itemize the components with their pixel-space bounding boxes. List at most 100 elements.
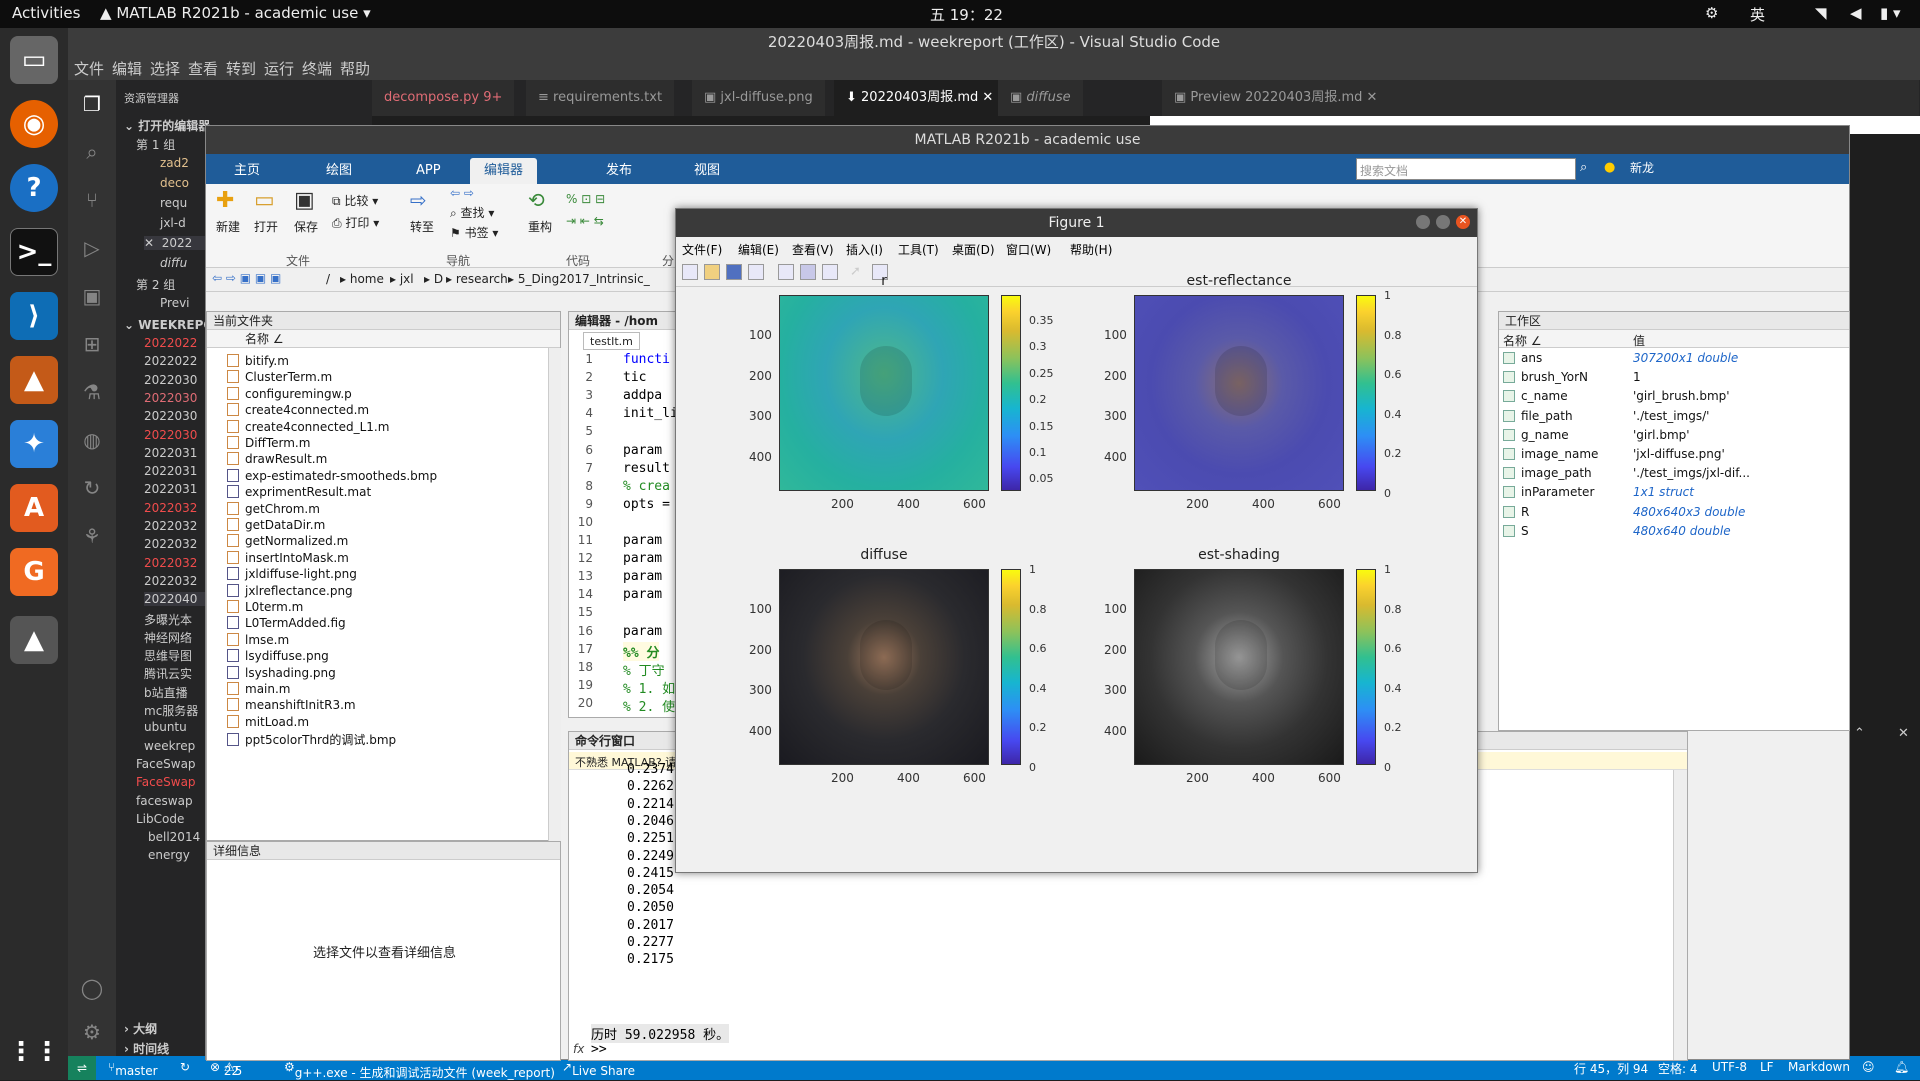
command-prompt[interactable]: >>: [591, 1042, 607, 1057]
menu-select[interactable]: 选择: [150, 58, 180, 79]
search-icon[interactable]: ⌕: [80, 140, 104, 164]
workspace-variable-row[interactable]: ans 307200x1 double: [1499, 350, 1849, 368]
workspace-variable-row[interactable]: c_name 'girl_brush.bmp': [1499, 388, 1849, 406]
indentation[interactable]: 空格: 4: [1658, 1060, 1698, 1077]
file-item[interactable]: ClusterTerm.m: [227, 370, 332, 384]
open-editor-item[interactable]: diffu: [160, 256, 187, 270]
refactor-button[interactable]: 重构: [528, 218, 552, 235]
workspace-tree-item[interactable]: 2022032: [144, 574, 197, 588]
figure-maximize[interactable]: [1436, 215, 1450, 229]
refactor-icon[interactable]: ⟲: [528, 188, 545, 212]
workspace-tree-item[interactable]: ubuntu: [144, 720, 187, 734]
path-segment[interactable]: ▸ D: [424, 272, 443, 286]
bookmark-button[interactable]: ⚑ 书签 ▾: [450, 224, 498, 241]
workspace-tree-item[interactable]: 2022030: [144, 428, 197, 442]
figure-minimize[interactable]: [1416, 215, 1430, 229]
wifi-icon[interactable]: ◥: [1815, 4, 1827, 22]
figure-close-icon[interactable]: ✕: [1456, 215, 1470, 229]
goto-button[interactable]: 转至: [410, 218, 434, 235]
file-item[interactable]: drawResult.m: [227, 452, 327, 466]
file-item[interactable]: lmse.m: [227, 632, 289, 647]
colorbar[interactable]: [1356, 569, 1376, 765]
open-editors-header[interactable]: ⌄ 打开的编辑器: [124, 117, 210, 134]
workspace-tree-item[interactable]: 2022030: [144, 391, 197, 405]
open-editor-item[interactable]: Previ: [160, 296, 190, 310]
file-item[interactable]: lsydiffuse.png: [227, 649, 329, 663]
tab-decompose[interactable]: decompose.py 9+: [372, 80, 516, 116]
file-item[interactable]: mitLoad.m: [227, 714, 309, 729]
path-segment[interactable]: ▸ research: [446, 272, 508, 286]
fig-menu-insert[interactable]: 插入(I): [846, 241, 883, 258]
workspace-tree-item[interactable]: 2022031: [144, 482, 197, 496]
path-root[interactable]: /: [326, 272, 330, 286]
workspace-tree-item[interactable]: 2022032: [144, 537, 197, 551]
image-axes[interactable]: [1134, 569, 1344, 765]
tab-diffuse[interactable]: ▣ diffuse: [998, 80, 1084, 116]
run-debug-icon[interactable]: ▷: [80, 236, 104, 260]
pdf-reader-icon[interactable]: G: [10, 548, 58, 596]
workspace-tree-item[interactable]: b站直播: [144, 684, 188, 701]
terminal-icon[interactable]: >_: [10, 228, 58, 276]
active-app-menu[interactable]: ▲ MATLAB R2021b - academic use ▾: [100, 4, 371, 22]
save-figure-icon[interactable]: [726, 264, 742, 280]
file-item[interactable]: bitify.m: [227, 354, 289, 368]
fig-menu-file[interactable]: 文件(F): [682, 241, 722, 258]
tab-apps[interactable]: APP: [402, 158, 455, 184]
nav-back-forward-icons[interactable]: ⇦ ⇨ ▣ ▣ ▣: [212, 271, 281, 285]
matlab-icon[interactable]: ▲: [10, 356, 58, 404]
workspace-variable-row[interactable]: image_path './test_imgs/jxl-dif...: [1499, 465, 1849, 483]
open-editor-item[interactable]: deco: [160, 176, 189, 190]
workspace-tree-item[interactable]: weekrep: [144, 739, 195, 753]
file-list-scrollbar[interactable]: [548, 348, 561, 842]
print-button[interactable]: ⎙ 打印 ▾: [332, 214, 379, 231]
print-figure-icon[interactable]: [748, 264, 764, 280]
help-icon[interactable]: ?: [10, 164, 58, 212]
code-line[interactable]: % 丁守: [623, 660, 665, 679]
code-line[interactable]: param: [623, 569, 662, 584]
encoding[interactable]: UTF-8: [1712, 1060, 1747, 1074]
file-item[interactable]: lsyshading.png: [227, 665, 336, 680]
build-task[interactable]: ⚙ g++.exe - 生成和调试活动文件 (week_report): [284, 1060, 555, 1080]
account-menu[interactable]: 新龙: [1630, 159, 1654, 176]
code-line[interactable]: %% 分: [623, 641, 660, 661]
account-icon[interactable]: ◯: [80, 976, 104, 1000]
code-line[interactable]: result: [623, 461, 670, 476]
tab-publish[interactable]: 发布: [592, 158, 646, 184]
file-item[interactable]: create4connected_L1.m: [227, 419, 389, 434]
workspace-tree-item[interactable]: 2022031: [144, 446, 197, 460]
notifications-icon[interactable]: 🔔︎: [1894, 1060, 1909, 1074]
menu-file[interactable]: 文件: [74, 58, 104, 79]
code-line[interactable]: % 2. 使: [623, 696, 675, 715]
workspace-tree-item[interactable]: 2022032: [144, 556, 197, 570]
ws-value-column[interactable]: 值: [1633, 332, 1645, 349]
workspace-tree-item[interactable]: 2022032: [144, 519, 197, 533]
tab-home[interactable]: 主页: [220, 158, 274, 184]
workspace-tree-item[interactable]: 腾讯云实: [144, 665, 192, 682]
code-line[interactable]: functi: [623, 352, 670, 367]
workspace-tree-item[interactable]: 神经网络: [144, 629, 192, 646]
workspace-tree-item[interactable]: bell2014: [148, 830, 200, 844]
fig-menu-desktop[interactable]: 桌面(D): [952, 241, 995, 258]
git-branch[interactable]: ⑂ master: [108, 1060, 158, 1078]
volume-icon[interactable]: ◀: [1850, 4, 1862, 22]
menu-goto[interactable]: 转到: [226, 58, 256, 79]
qq-icon[interactable]: ✦: [10, 420, 58, 468]
file-item[interactable]: getChrom.m: [227, 501, 320, 516]
live-share-icon[interactable]: ↻: [80, 476, 104, 500]
file-item[interactable]: create4connected.m: [227, 403, 369, 417]
new-icon[interactable]: ✚: [216, 188, 234, 213]
tab-jxl-diffuse[interactable]: ▣ jxl-diffuse.png: [692, 80, 826, 116]
tab-requirements[interactable]: ≡ requirements.txt: [526, 80, 676, 116]
code-line[interactable]: param: [623, 551, 662, 566]
fx-icon[interactable]: fx: [573, 1042, 584, 1056]
extensions-icon[interactable]: ⊞: [80, 332, 104, 356]
ws-name-column[interactable]: 名称 ∠: [1503, 332, 1542, 349]
file-item[interactable]: DiffTerm.m: [227, 436, 310, 450]
workspace-tree-item[interactable]: FaceSwap: [136, 775, 196, 789]
fig-menu-window[interactable]: 窗口(W): [1006, 241, 1051, 258]
line-ending[interactable]: LF: [1760, 1060, 1774, 1074]
github-icon[interactable]: ◍: [80, 428, 104, 452]
workspace-variable-row[interactable]: S 480x640 double: [1499, 523, 1849, 541]
software-center-icon[interactable]: A: [10, 484, 58, 532]
open-editor-item[interactable]: zad2: [160, 156, 189, 170]
